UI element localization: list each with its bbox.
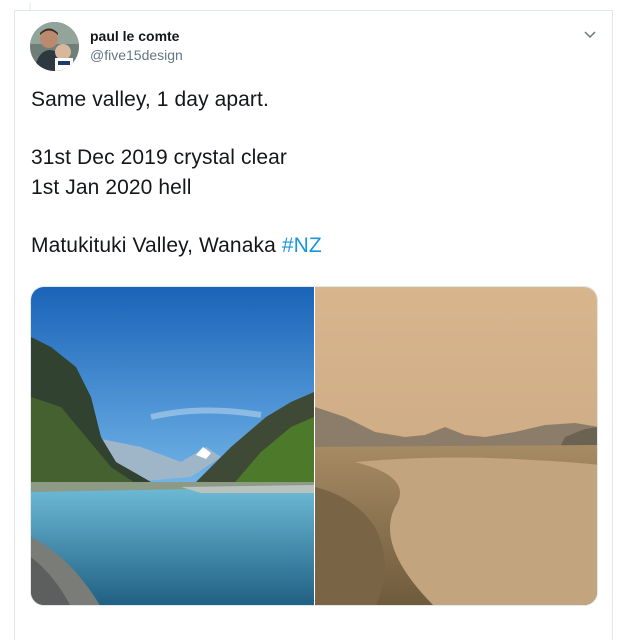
- avatar[interactable]: [30, 22, 79, 71]
- tweet-text-line: Matukituki Valley, Wanaka #NZ: [31, 234, 322, 258]
- user-handle[interactable]: @five15design: [90, 47, 183, 63]
- user-name[interactable]: paul le comte: [90, 28, 179, 44]
- tweet-text-line: 1st Jan 2020 hell: [31, 176, 192, 199]
- tweet-text-line: 31st Dec 2019 crystal clear: [31, 146, 287, 169]
- photo-smoky-valley[interactable]: [315, 287, 597, 605]
- tweet-text-line: Same valley, 1 day apart.: [31, 88, 269, 111]
- hashtag-link[interactable]: #NZ: [282, 234, 322, 257]
- location-text: Matukituki Valley, Wanaka: [31, 234, 282, 257]
- chevron-down-icon[interactable]: [582, 28, 598, 40]
- media-grid: [30, 286, 598, 606]
- thread-connector: [14, 0, 613, 13]
- photo-clear-valley[interactable]: [31, 287, 314, 605]
